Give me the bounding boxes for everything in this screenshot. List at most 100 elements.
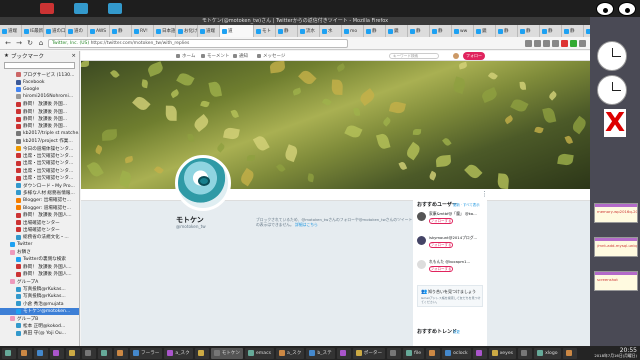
taskbar-item[interactable]: ポーター	[352, 347, 386, 359]
bookmark-item[interactable]: 総務省の法規文化・...	[0, 234, 79, 241]
twitter-nav-item[interactable]: 通知	[233, 53, 248, 59]
bookmark-item[interactable]: 出場確認センター	[0, 219, 79, 226]
close-icon[interactable]: ×	[71, 53, 79, 59]
reload-icon[interactable]: ↻	[26, 39, 34, 47]
bookmark-item[interactable]: グループA	[0, 278, 79, 285]
reader-view-icon[interactable]	[525, 39, 532, 47]
suggested-name[interactable]: lskymount@2014プログ...	[429, 235, 477, 241]
suggested-avatar[interactable]	[417, 212, 426, 221]
bookmark-item[interactable]: 今日の道場体操センタ...	[0, 145, 79, 152]
taskbar-item[interactable]: xeyes	[488, 347, 517, 359]
bookmark-item[interactable]: 静岡！ 放課後 外国...	[0, 101, 79, 108]
bookmark-item[interactable]: 静岡！ 放課後 外国人...	[0, 271, 79, 278]
suggested-name[interactable]: 家康&mtbf@「魔」 @ka...	[429, 211, 477, 217]
taskbar-item[interactable]	[18, 347, 32, 359]
browser-tab[interactable]: 日本語	[154, 25, 176, 37]
twitter-nav-item[interactable]: ホーム	[176, 53, 195, 59]
bookmark-item[interactable]: 静岡！ 放課後 外国...	[0, 123, 79, 130]
bookmark-item[interactable]: hiromi2016Nohromi...	[0, 93, 79, 100]
browser-tab[interactable]: 流水	[298, 25, 320, 37]
learn-more-link[interactable]: 詳細はこちら	[295, 222, 318, 227]
suggested-avatar[interactable]	[417, 236, 426, 245]
twitter-search-input[interactable]: キーワード検索	[389, 53, 439, 59]
browser-tab[interactable]: 静	[364, 25, 386, 37]
taskbar-item[interactable]	[98, 347, 112, 359]
bookmark-item[interactable]: 出席・出欠確認センタ...	[0, 174, 79, 181]
suggestions-links[interactable]: 更新 · すべて表示	[453, 202, 480, 207]
bookmark-search-input[interactable]	[4, 62, 75, 69]
browser-tab[interactable]: 鏡	[474, 25, 496, 37]
taskbar-item[interactable]	[50, 347, 64, 359]
twitter-nav-item[interactable]: メッセージ	[257, 53, 285, 59]
files-icon[interactable]	[74, 3, 88, 14]
bookmark-item[interactable]: 静岡！ 放課後 外国人...	[0, 263, 79, 270]
bookmark-item[interactable]: kb2017/project 作業...	[0, 138, 79, 145]
browser-tab[interactable]: 静	[408, 25, 430, 37]
avatar[interactable]	[175, 155, 231, 211]
menu-icon[interactable]	[579, 39, 586, 47]
bookmark-item[interactable]: お隣さ	[0, 248, 79, 255]
sticky-note-2[interactable]: /mnt-add-mysql-uniq-m	[594, 237, 638, 257]
browser-tab[interactable]: モト	[254, 25, 276, 37]
browser-tab[interactable]: AWS	[88, 25, 110, 37]
find-friends-card[interactable]: 👥 知り合いを見つけましょう Gmailアドレス帳を検索して友だちを見つけてくだ…	[417, 285, 483, 307]
taskbar-item[interactable]	[518, 347, 533, 359]
taskbar-item[interactable]	[114, 347, 128, 359]
browser-tab[interactable]: 静	[110, 25, 132, 37]
browser-tab[interactable]: 静	[540, 25, 562, 37]
taskbar-item[interactable]: モトケン	[210, 347, 243, 359]
taskbar-item[interactable]	[472, 347, 487, 359]
taskbar-item[interactable]: file	[403, 347, 425, 359]
bookmark-item[interactable]: kb2017/triple st matche...	[0, 130, 79, 137]
bookmark-item[interactable]: Google	[0, 86, 79, 93]
suggested-name[interactable]: れもんた @kocapm1...	[429, 259, 470, 265]
taskbar-item[interactable]	[2, 347, 16, 359]
trends-links[interactable]: 変更	[453, 329, 460, 334]
bookmark-item[interactable]: 松本 正明@kokod...	[0, 322, 79, 329]
back-icon[interactable]: ←	[4, 39, 12, 47]
sticky-note[interactable]: memory-wp2016q-2016lt	[594, 203, 638, 223]
taskbar-item[interactable]: フーラー	[130, 347, 163, 359]
user-avatar-icon[interactable]	[453, 53, 459, 59]
bookmark-item[interactable]: 静岡！ 放課後 外国...	[0, 108, 79, 115]
taskbar-item[interactable]: b_ステ	[306, 347, 335, 359]
library-icon[interactable]	[543, 39, 550, 47]
suggested-follow-button[interactable]: フォローする	[429, 242, 453, 248]
bookmark-item[interactable]: 写真投稿@rKukas...	[0, 293, 79, 300]
sidebar-toggle-icon[interactable]	[552, 39, 559, 47]
forward-icon[interactable]: →	[15, 39, 23, 47]
bookmark-item[interactable]: 真田 守(@ Yoji Ou...	[0, 330, 79, 337]
browser-tab[interactable]: 静	[276, 25, 298, 37]
extension-icon-2[interactable]	[570, 39, 577, 47]
bookmark-item[interactable]: グループB	[0, 315, 79, 322]
taskbar-item[interactable]	[426, 347, 441, 359]
bookmark-item[interactable]: 出席・出欠確認センタ...	[0, 152, 79, 159]
taskbar-item[interactable]	[82, 347, 96, 359]
bookmark-item[interactable]: ダウンロード・My Pro...	[0, 182, 79, 189]
app-launcher-icon[interactable]	[40, 3, 54, 14]
bookmark-item[interactable]: Twitterの裏側な検索	[0, 256, 79, 263]
bookmark-item[interactable]: ブログサービス (1130...	[0, 71, 79, 78]
suggested-follow-button[interactable]: フォローする	[429, 266, 453, 272]
browser-tab[interactable]: 静	[430, 25, 452, 37]
taskbar-item[interactable]	[336, 347, 351, 359]
browser-tab[interactable]: 道	[220, 25, 254, 37]
bookmark-item[interactable]: 出席・出欠確認センタ...	[0, 160, 79, 167]
bookmark-item[interactable]: Blogger: 道場確認セ...	[0, 204, 79, 211]
bookmark-item[interactable]: 小倉 秀治@mujata	[0, 300, 79, 307]
sticky-note-3[interactable]: screenshot	[594, 271, 638, 291]
bookmark-item[interactable]: モトケン@motoken...	[0, 307, 79, 315]
taskbar-item[interactable]	[194, 347, 209, 359]
extension-icon[interactable]	[561, 39, 568, 47]
browser-tab[interactable]: 静	[562, 25, 584, 37]
taskbar-item[interactable]: a_スク	[276, 347, 305, 359]
browser-tab[interactable]: 静	[518, 25, 540, 37]
bookmark-star-icon[interactable]	[534, 39, 541, 47]
taskbar-item[interactable]: emacs	[244, 347, 274, 359]
url-bar[interactable]: Twitter, Inc. (US) https://twitter.com/m…	[48, 38, 348, 48]
suggested-avatar[interactable]	[417, 260, 426, 269]
browser-tab[interactable]: 道の口	[44, 25, 66, 37]
browser-tab[interactable]: IE最新	[22, 25, 44, 37]
follow-button[interactable]: フォロー	[463, 52, 485, 60]
bookmark-item[interactable]: 出場確認センター	[0, 226, 79, 233]
